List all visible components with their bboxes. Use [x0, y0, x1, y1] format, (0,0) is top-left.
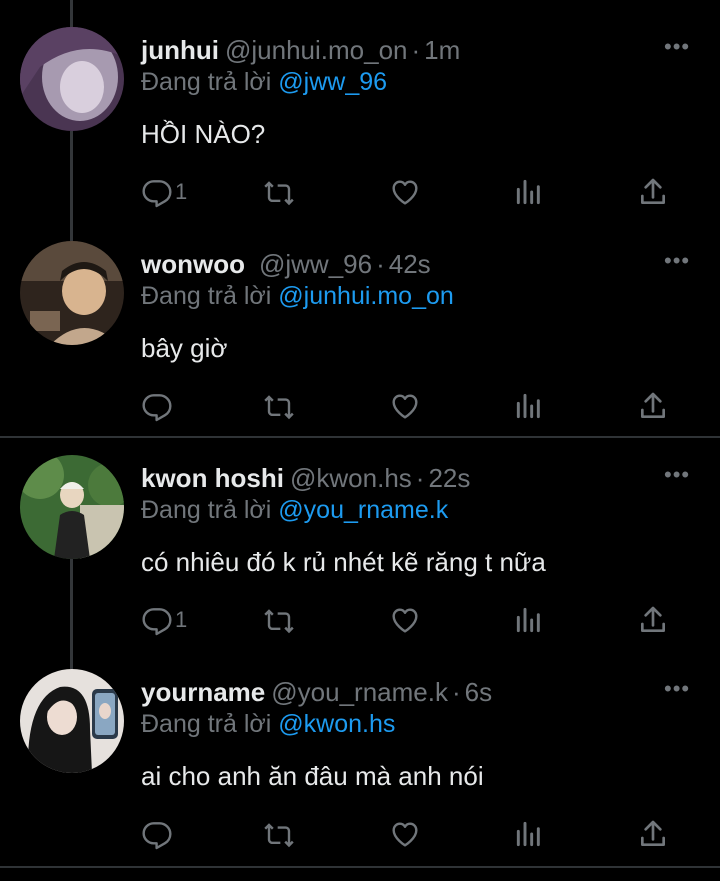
- replying-to: Đang trả lời @junhui.mo_on: [141, 278, 454, 314]
- avatar-image: [20, 455, 124, 559]
- display-name[interactable]: wonwoo: [141, 249, 245, 279]
- share-button[interactable]: [637, 602, 669, 638]
- separator-dot: ·: [415, 463, 425, 493]
- tweet[interactable]: junhui @junhui.mo_on · 1m ••• Đang trả lời …: [0, 0, 720, 225]
- more-options-button[interactable]: •••: [664, 30, 696, 70]
- retweet-button[interactable]: [263, 174, 295, 210]
- timestamp[interactable]: 1m: [424, 35, 460, 65]
- reply-button[interactable]: 1: [141, 602, 187, 638]
- replying-to: Đang trả lời @kwon.hs: [141, 706, 395, 742]
- separator-dot: ·: [376, 249, 385, 279]
- avatar[interactable]: [20, 455, 124, 559]
- avatar-image: [20, 669, 124, 773]
- reply-count: 1: [175, 607, 188, 632]
- like-button[interactable]: [389, 174, 421, 210]
- separator-dot: ·: [411, 35, 421, 65]
- tweet-text: HỒI NÀO?: [141, 119, 266, 149]
- share-icon: [641, 178, 665, 204]
- action-bar: 1: [141, 602, 701, 638]
- like-button[interactable]: [389, 602, 421, 638]
- share-icon: [641, 820, 665, 846]
- like-button[interactable]: [389, 816, 421, 852]
- reply-button[interactable]: 1: [141, 174, 187, 210]
- views-button[interactable]: [513, 816, 545, 852]
- analytics-icon: [516, 821, 540, 847]
- more-options-button[interactable]: •••: [664, 672, 696, 712]
- reply-mention[interactable]: @you_rname.k: [278, 496, 448, 524]
- display-name[interactable]: yourname: [141, 677, 265, 707]
- avatar[interactable]: [20, 241, 124, 345]
- avatar-image: [20, 241, 124, 345]
- reply-icon: [142, 394, 172, 422]
- reply-mention[interactable]: @junhui.mo_on: [278, 282, 454, 310]
- reply-prefix: Đang trả lời: [141, 68, 272, 96]
- replying-to: Đang trả lời @jww_96: [141, 64, 387, 100]
- retweet-icon: [264, 395, 294, 420]
- action-bar: [141, 388, 701, 424]
- views-button[interactable]: [513, 174, 545, 210]
- more-icon: •••: [664, 248, 691, 273]
- tweet[interactable]: kwon hoshi @kwon.hs · 22s ••• Đang trả lời …: [0, 428, 720, 652]
- reply-button[interactable]: [141, 388, 175, 424]
- reply-mention[interactable]: @kwon.hs: [278, 710, 395, 738]
- tweet[interactable]: yourname @you_rname.k · 6s ••• Đang trả lời…: [0, 642, 720, 862]
- reply-icon: [142, 822, 172, 850]
- retweet-button[interactable]: [263, 602, 295, 638]
- reply-icon: [142, 608, 172, 636]
- reply-prefix: Đang trả lời: [141, 282, 272, 310]
- display-name[interactable]: kwon hoshi: [141, 463, 284, 493]
- tweet-text: bây giờ: [141, 333, 228, 363]
- more-options-button[interactable]: •••: [664, 458, 696, 498]
- share-button[interactable]: [637, 174, 669, 210]
- heart-icon: [392, 822, 418, 847]
- heart-icon: [392, 394, 418, 419]
- share-button[interactable]: [637, 388, 669, 424]
- action-bar: [141, 816, 701, 852]
- tweet[interactable]: wonwoo @jww_96 · 42s ••• Đang trả lời @junh…: [0, 214, 720, 436]
- analytics-icon: [516, 179, 540, 205]
- retweet-icon: [264, 181, 294, 206]
- analytics-icon: [516, 393, 540, 419]
- retweet-icon: [264, 609, 294, 634]
- share-icon: [641, 392, 665, 418]
- share-button[interactable]: [637, 816, 669, 852]
- tweet-text: có nhiêu đó k rủ nhét kẽ răng t nữa: [141, 547, 546, 577]
- user-handle[interactable]: @you_rname.k: [271, 677, 448, 707]
- timestamp[interactable]: 42s: [389, 249, 431, 279]
- more-icon: •••: [664, 462, 691, 487]
- more-icon: •••: [664, 676, 691, 701]
- share-icon: [641, 606, 665, 632]
- separator-dot: ·: [451, 677, 461, 707]
- timestamp[interactable]: 22s: [428, 463, 470, 493]
- user-handle[interactable]: @kwon.hs: [290, 463, 412, 493]
- reply-icon: [142, 180, 172, 208]
- reply-count: 1: [175, 179, 188, 204]
- more-icon: •••: [664, 34, 691, 59]
- heart-icon: [392, 180, 418, 205]
- tweet-text: ai cho anh ăn đâu mà anh nói: [141, 761, 484, 791]
- retweet-button[interactable]: [263, 388, 295, 424]
- views-button[interactable]: [513, 602, 545, 638]
- more-options-button[interactable]: •••: [664, 244, 696, 284]
- avatar[interactable]: [20, 27, 124, 131]
- avatar-image: [20, 27, 124, 131]
- retweet-icon: [264, 823, 294, 848]
- avatar[interactable]: [20, 669, 124, 773]
- divider: [0, 866, 720, 868]
- user-handle[interactable]: @jww_96: [259, 249, 372, 279]
- heart-icon: [392, 608, 418, 633]
- action-bar: 1: [141, 174, 701, 210]
- views-button[interactable]: [513, 388, 545, 424]
- replying-to: Đang trả lời @you_rname.k: [141, 492, 448, 528]
- reply-button[interactable]: [141, 816, 175, 852]
- timestamp[interactable]: 6s: [465, 677, 492, 707]
- retweet-button[interactable]: [263, 816, 295, 852]
- like-button[interactable]: [389, 388, 421, 424]
- user-handle[interactable]: @junhui.mo_on: [225, 35, 408, 65]
- reply-mention[interactable]: @jww_96: [278, 68, 387, 96]
- display-name[interactable]: junhui: [141, 35, 219, 65]
- reply-prefix: Đang trả lời: [141, 496, 272, 524]
- analytics-icon: [516, 607, 540, 633]
- reply-prefix: Đang trả lời: [141, 710, 272, 738]
